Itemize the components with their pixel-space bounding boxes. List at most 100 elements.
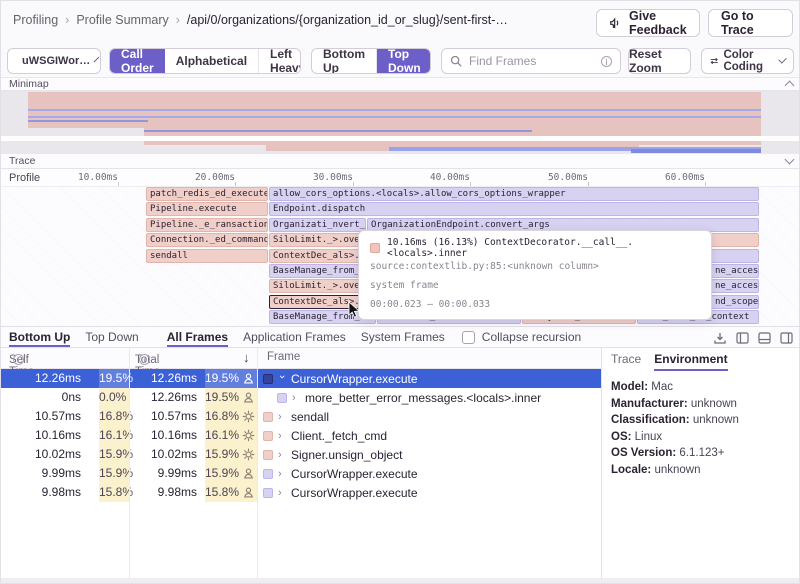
tab-system-frames[interactable]: System Frames	[361, 328, 445, 347]
segment-alphabetical[interactable]: Alphabetical	[165, 49, 259, 73]
flame-frame[interactable]: patch_redis_ed_execute	[146, 187, 268, 201]
table-row[interactable]: 9.99ms15.9%9.99ms15.9%›CursorWrapper.exe…	[1, 464, 601, 483]
flame-frame[interactable]	[711, 249, 759, 263]
frame-name-cell[interactable]: ›sendall	[259, 407, 329, 426]
flame-frame[interactable]: Endpoint.dispatch	[269, 202, 759, 216]
minimap-canvas[interactable]	[1, 91, 800, 153]
detail-tab-trace[interactable]: Trace	[611, 352, 641, 371]
layout-left-icon[interactable]	[736, 332, 749, 344]
segment-call-order[interactable]: Call Order	[110, 49, 165, 73]
collapse-recursion-control[interactable]: Collapse recursion	[462, 330, 581, 344]
tooltip-time-range: 00:00.023 – 00:00.033	[370, 295, 700, 314]
flame-frame[interactable]: ContextDec_als>.i	[269, 249, 360, 263]
go-to-trace-button[interactable]: Go to Trace	[708, 9, 793, 37]
frame-name: Signer.unsign_object	[291, 448, 402, 462]
segment-bottom-up[interactable]: Bottom Up	[312, 49, 377, 73]
frame-type-icon-cell	[239, 407, 257, 426]
table-row[interactable]: 9.98ms15.8%9.98ms15.8%›CursorWrapper.exe…	[1, 483, 601, 502]
chevron-right-icon[interactable]: ›	[278, 468, 286, 480]
flame-frame[interactable]: Connection._ed_command	[146, 233, 268, 247]
flame-frame[interactable]: Organizati_nvert_args	[269, 218, 366, 232]
download-icon[interactable]	[713, 331, 727, 345]
frame-type-icon-cell	[239, 464, 257, 483]
find-frames-search[interactable]: Find Frames i	[441, 48, 621, 74]
table-row[interactable]: 0ns0.0%12.26ms19.5%›more_better_error_me…	[1, 388, 601, 407]
flame-frame[interactable]	[711, 233, 759, 247]
env-field: Locale: unknown	[611, 462, 800, 479]
frame-name-cell[interactable]: › Signer.unsign_object	[259, 445, 402, 464]
tab-all-frames[interactable]: All Frames	[167, 328, 228, 347]
segment-left-heavy[interactable]: Left Heavy	[259, 49, 301, 73]
frame-color-square	[263, 374, 273, 384]
frame-name-cell[interactable]: ›more_better_error_messages.<locals>.inn…	[259, 388, 541, 407]
table-row[interactable]: 10.57ms16.8%10.57ms16.8%›sendall	[1, 407, 601, 426]
flame-frame[interactable]: ContextDec_als>.i	[269, 295, 360, 309]
chevron-down-icon[interactable]	[785, 155, 795, 165]
self-time-percent: 16.1%	[99, 426, 129, 445]
flame-frame[interactable]: allow_cors_options.<locals>.allow_cors_o…	[269, 187, 759, 201]
flame-frame[interactable]: SiloLimit._>.over	[269, 279, 360, 293]
flame-frame[interactable]: nd_scopes	[711, 295, 759, 309]
tab-application-frames[interactable]: Application Frames	[243, 328, 346, 347]
thread-selector[interactable]: uWSGIWor…	[7, 48, 101, 74]
collapse-recursion-checkbox[interactable]	[462, 331, 475, 344]
give-feedback-button[interactable]: Give Feedback	[596, 9, 700, 37]
tab-bottom-up[interactable]: Bottom Up	[9, 328, 70, 347]
top-header: Profiling›Profile Summary›/api/0/organiz…	[1, 1, 800, 45]
self-time-value: 12.26ms	[1, 369, 85, 388]
flame-frame[interactable]: Pipeline._e_ransaction	[146, 218, 268, 232]
frame-name-cell[interactable]: ›CursorWrapper.execute	[259, 464, 418, 483]
chevron-down-icon	[778, 55, 787, 64]
frame-name-cell[interactable]: ›CursorWrapper.execute	[259, 483, 418, 502]
minimap-block	[28, 109, 761, 111]
tooltip-source: source:contextlib.py:85:<unknown column>	[370, 257, 700, 276]
flame-frame[interactable]: BaseManage_from_c	[269, 264, 360, 278]
frame-name-cell[interactable]: ›CursorWrapper.execute	[259, 369, 418, 388]
detail-tab-environment[interactable]: Environment	[654, 352, 727, 371]
frame-column-header[interactable]: Frame	[267, 351, 300, 363]
layout-bottom-icon[interactable]	[758, 332, 771, 344]
sort-direction-icon[interactable]: ↓	[243, 350, 250, 365]
megaphone-icon	[609, 16, 623, 30]
chevron-right-icon[interactable]: ›	[278, 449, 286, 461]
user-icon	[242, 391, 255, 404]
chevron-right-icon[interactable]: ›	[278, 487, 286, 499]
profiling-app: Profiling›Profile Summary›/api/0/organiz…	[0, 0, 800, 584]
breadcrumb-profile-summary[interactable]: Profile Summary	[76, 13, 168, 27]
total-time-percent: 16.8%	[205, 407, 239, 426]
breadcrumb-profiling[interactable]: Profiling	[13, 13, 58, 27]
segment-top-down[interactable]: Top Down	[377, 49, 431, 73]
chevron-right-icon[interactable]: ›	[278, 430, 286, 442]
table-row[interactable]: 10.02ms15.9%10.02ms15.9%›Signer.unsign_o…	[1, 445, 601, 464]
table-row[interactable]: 12.26ms19.5%12.26ms19.5%›CursorWrapper.e…	[1, 369, 601, 388]
frame-detail-panel: Trace Environment Model: MacManufacturer:…	[601, 348, 800, 578]
flame-frame[interactable]: sendall	[146, 249, 268, 263]
user-icon	[242, 467, 255, 480]
flame-frame[interactable]: Pipeline.execute	[146, 202, 268, 216]
self-time-value: 10.02ms	[1, 445, 85, 464]
self-time-value: 9.99ms	[1, 464, 85, 483]
axis-tick: 20.00ms	[195, 172, 235, 183]
frame-color-square	[263, 469, 273, 479]
environment-list: Model: MacManufacturer: unknownClassific…	[602, 371, 800, 478]
layout-right-icon[interactable]	[780, 332, 793, 344]
reset-zoom-button[interactable]: Reset Zoom	[628, 48, 691, 74]
table-row[interactable]: 10.16ms16.1%10.16ms16.1%›Client._fetch_c…	[1, 426, 601, 445]
self-time-percent: 19.5%	[99, 369, 129, 388]
self-time-percent: 15.9%	[99, 445, 129, 464]
flame-frame[interactable]: ne_access	[711, 279, 759, 293]
chevron-up-icon[interactable]	[785, 81, 795, 91]
chevron-right-icon[interactable]: ›	[292, 392, 300, 404]
frame-name-cell[interactable]: ›Client._fetch_cmd	[259, 426, 387, 445]
color-coding-dropdown[interactable]: Color Coding	[701, 48, 794, 74]
chevron-down-icon[interactable]: ›	[276, 375, 288, 383]
gear-icon	[242, 410, 255, 423]
flame-frame[interactable]: SiloLimit._>.over	[269, 233, 360, 247]
minimap-block	[144, 130, 532, 132]
trace-header: Trace	[1, 153, 800, 169]
flame-frame[interactable]: ne_access	[711, 264, 759, 278]
tab-top-down[interactable]: Top Down	[85, 328, 138, 347]
search-placeholder: Find Frames	[469, 54, 594, 68]
chevron-right-icon[interactable]: ›	[278, 411, 286, 423]
frame-tooltip: 10.16ms (16.13%) ContextDecorator.__call…	[358, 230, 712, 320]
